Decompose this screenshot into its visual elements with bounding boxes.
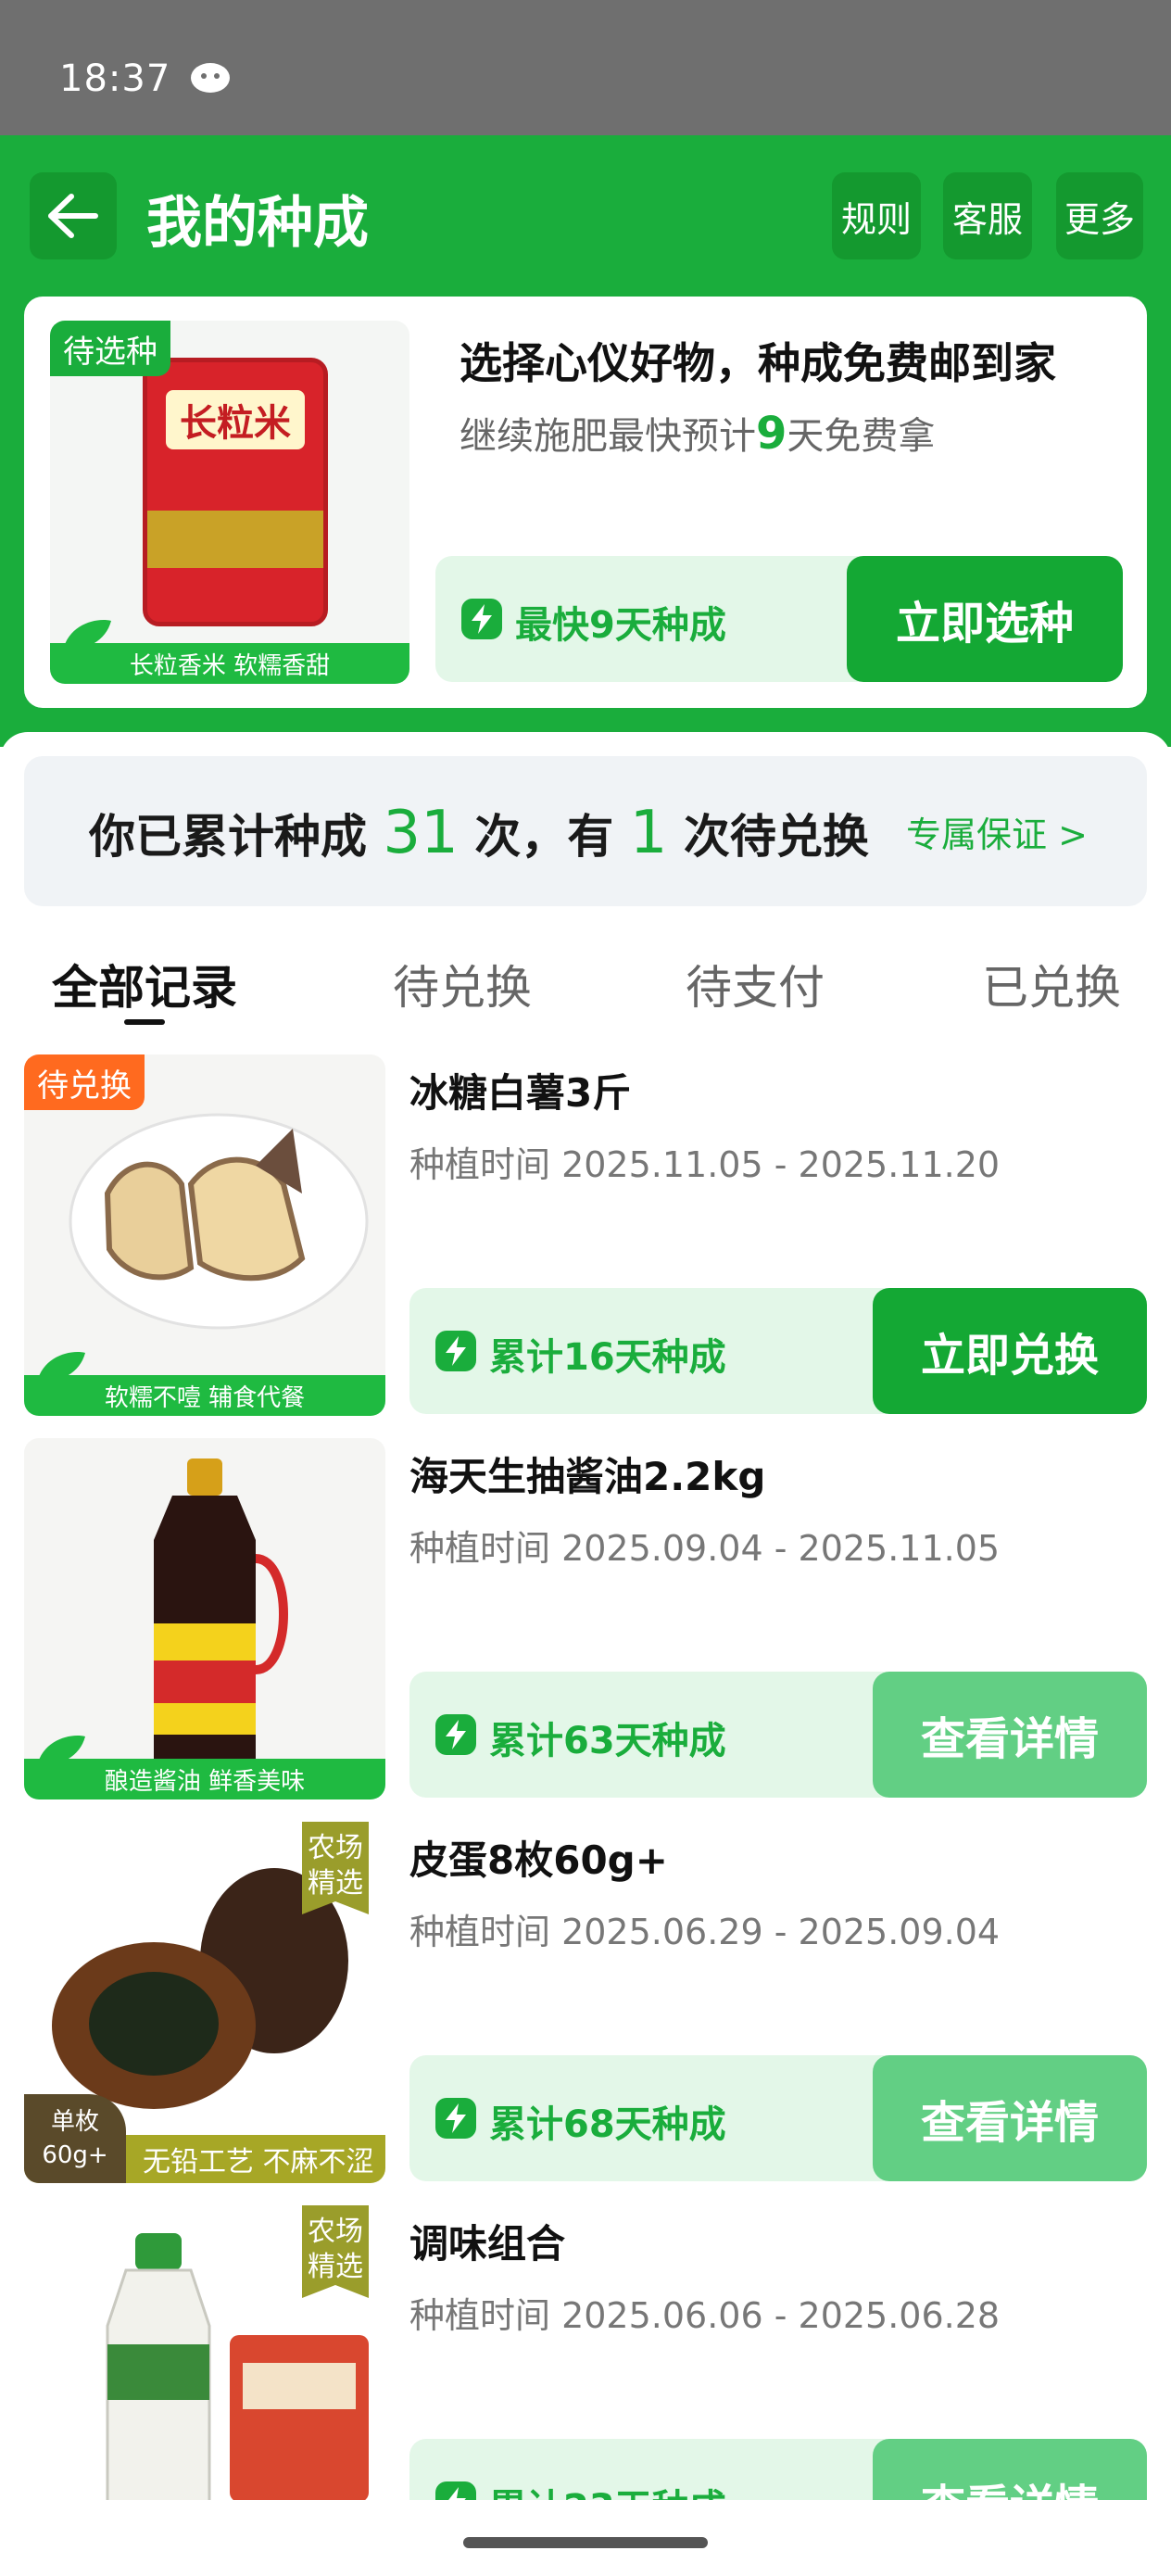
chat-notification-icon <box>191 63 230 93</box>
select-seed-button[interactable]: 立即选种 <box>847 556 1123 682</box>
tab-all-records[interactable]: 全部记录 <box>52 951 237 1017</box>
rice-product-image: 长粒米 待选种 长粒香米 软糯香甜 <box>50 321 409 684</box>
back-button[interactable] <box>30 172 117 259</box>
summary-middle: 次，有 <box>474 810 614 864</box>
tab-redeemed[interactable]: 已兑换 <box>982 951 1121 1017</box>
progress-label: 累计63天种成 <box>489 1720 726 1762</box>
summary-banner: 你已累计种成 31 次，有 1 次待兑换 专属保证 > <box>24 756 1147 906</box>
product-name[interactable]: 冰糖白薯3斤 <box>409 1062 631 1118</box>
progress-label: 累计68天种成 <box>489 2103 726 2146</box>
product-name[interactable]: 皮蛋8枚60g+ <box>409 1829 668 1886</box>
arrow-left-icon <box>48 194 98 238</box>
plant-time: 种植时间 2025.09.04 - 2025.11.05 <box>409 1528 1001 1569</box>
rice-bag-title: 长粒米 <box>166 390 305 449</box>
more-button[interactable]: 更多 <box>1056 172 1143 259</box>
plant-time: 种植时间 2025.06.06 - 2025.06.28 <box>409 2295 1001 2336</box>
guarantee-link[interactable]: 专属保证 > <box>906 806 1088 857</box>
product-caption: 长粒香米 软糯香甜 <box>50 643 409 684</box>
promo-subtitle: 继续施肥最快预计9天免费拿 <box>460 406 935 460</box>
status-badge: 待兑换 <box>24 1054 145 1110</box>
select-seed-card[interactable]: 长粒米 待选种 长粒香米 软糯香甜 选择心仪好物，种成免费邮到家 继续施肥最快预… <box>24 297 1147 708</box>
sweet-potato-image[interactable]: 待兑换 软糯不噎 辅食代餐 <box>24 1054 385 1416</box>
view-details-button[interactable]: 查看详情 <box>873 1672 1147 1798</box>
customer-service-button[interactable]: 客服 <box>943 172 1032 259</box>
unit-weight-badge: 单枚60g+ <box>24 2094 126 2183</box>
pending-count: 1 <box>629 799 668 867</box>
rice-bag-band <box>147 511 323 568</box>
status-time: 18:37 <box>59 57 171 100</box>
soy-sauce-image[interactable]: 酿造酱油 鲜香美味 <box>24 1438 385 1799</box>
promo-progress-label: 最快9天种成 <box>515 604 726 647</box>
product-caption: 软糯不噎 辅食代餐 <box>24 1375 385 1416</box>
progress-label: 累计16天种成 <box>489 1336 726 1379</box>
preserved-egg-image[interactable]: 农场精选 无铅工艺 不麻不涩 单枚60g+ <box>24 1822 385 2183</box>
summary-text: 你已累计种成 31 次，有 1 次待兑换 <box>89 799 869 867</box>
promo-subtitle-suffix: 天免费拿 <box>787 415 936 458</box>
tab-pending-redeem[interactable]: 待兑换 <box>393 951 532 1017</box>
lightning-icon <box>435 2481 476 2500</box>
redeem-now-button[interactable]: 立即兑换 <box>873 1288 1147 1414</box>
promo-subtitle-prefix: 继续施肥最快预计 <box>460 415 756 458</box>
rice-bag-illustration: 长粒米 <box>143 358 328 626</box>
promo-days-number: 9 <box>756 408 787 460</box>
status-badge: 待选种 <box>50 321 170 376</box>
product-name[interactable]: 调味组合 <box>409 2213 565 2269</box>
page-title: 我的种成 <box>146 191 369 256</box>
status-bar: 18:37 <box>0 0 1171 135</box>
home-indicator[interactable] <box>463 2537 708 2548</box>
product-name[interactable]: 海天生抽酱油2.2kg <box>409 1446 765 1502</box>
progress-label: 累计23天种成 <box>489 2478 726 2500</box>
farm-select-tag: 农场精选 <box>302 2205 369 2298</box>
lightning-icon <box>435 1331 476 1371</box>
rules-button[interactable]: 规则 <box>832 172 921 259</box>
lightning-icon <box>461 599 502 639</box>
total-count: 31 <box>383 799 459 867</box>
lightning-icon <box>435 2098 476 2139</box>
summary-prefix: 你已累计种成 <box>89 810 367 864</box>
lightning-icon <box>435 1714 476 1755</box>
tab-pending-payment[interactable]: 待支付 <box>686 951 825 1017</box>
plant-time: 种植时间 2025.06.29 - 2025.09.04 <box>409 1912 1001 1952</box>
product-caption: 酿造酱油 鲜香美味 <box>24 1759 385 1799</box>
active-tab-indicator <box>124 1019 165 1025</box>
seasoning-combo-image[interactable]: 农场精选 <box>24 2205 385 2500</box>
summary-suffix: 次待兑换 <box>683 810 869 864</box>
view-details-button[interactable]: 查看详情 <box>873 2439 1147 2500</box>
farm-select-tag: 农场精选 <box>302 1822 369 1914</box>
view-details-button[interactable]: 查看详情 <box>873 2055 1147 2181</box>
promo-headline: 选择心仪好物，种成免费邮到家 <box>460 338 1056 388</box>
plant-time: 种植时间 2025.11.05 - 2025.11.20 <box>409 1144 1001 1185</box>
record-clip-area: 农场精选 调味组合 种植时间 2025.06.06 - 2025.06.28 累… <box>0 2205 1171 2500</box>
